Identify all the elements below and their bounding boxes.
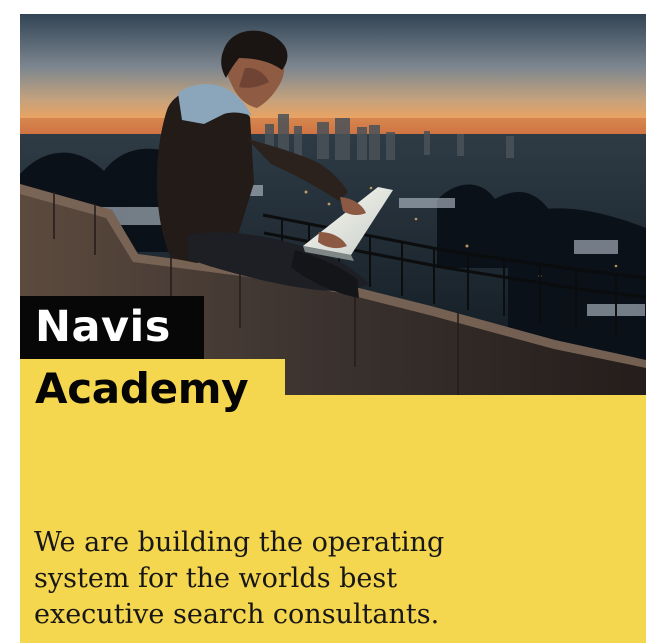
tagline-line-2: system for the worlds best — [34, 563, 398, 594]
company-tagline: We are building the operating system for… — [34, 525, 504, 633]
tagline-line-3: executive search consultants. — [34, 599, 440, 630]
brand-logo-academy: Academy — [20, 359, 285, 419]
brand-logo-navis: Navis — [20, 296, 204, 359]
tagline-line-1: We are building the operating — [34, 527, 445, 558]
promo-page: Navis Academy We are building the operat… — [0, 0, 646, 643]
academy-promo-card: Navis Academy We are building the operat… — [20, 14, 646, 643]
